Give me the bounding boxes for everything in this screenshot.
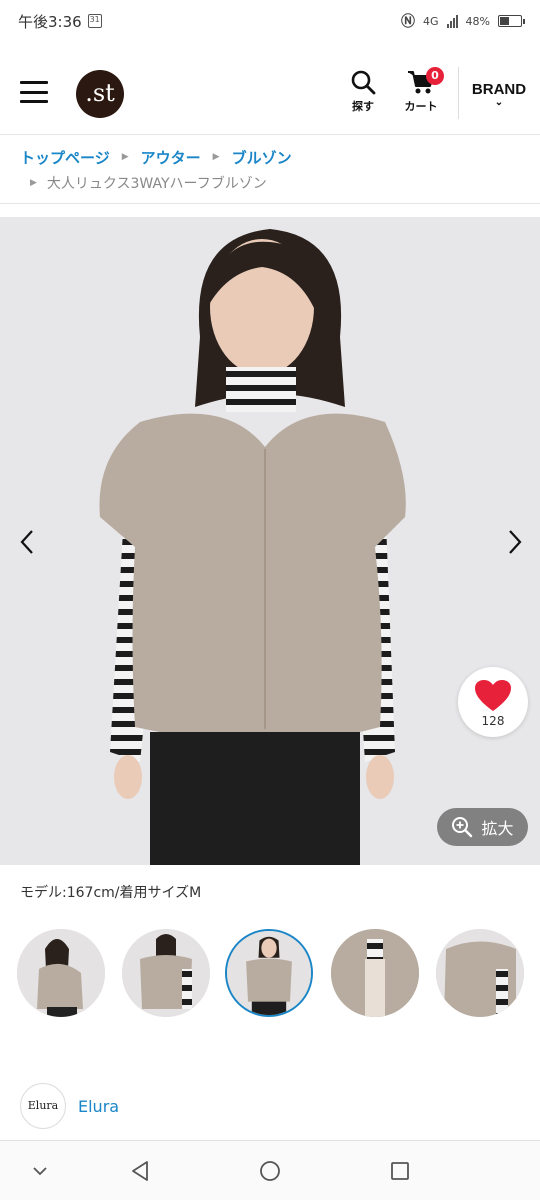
model-info: モデル:167cm/着用サイズM <box>20 885 202 901</box>
header-divider-line <box>0 134 540 135</box>
thumbnail-4[interactable] <box>331 929 419 1017</box>
zoom-in-icon <box>452 817 473 838</box>
product-photo <box>0 217 540 865</box>
breadcrumb: トップページ ▶ アウター ▶ ブルゾン ▶ 大人リュクス3WAYハーフブルゾン <box>20 146 530 196</box>
nav-home-button[interactable] <box>258 1159 282 1183</box>
favorite-count: 128 <box>481 714 505 728</box>
search-icon <box>351 70 376 95</box>
brand-menu-button[interactable]: BRAND ⌄ <box>468 81 530 108</box>
favorite-button[interactable]: 128 <box>458 667 528 737</box>
chevron-left-icon <box>20 530 33 554</box>
breadcrumb-blouson[interactable]: ブルゾン <box>232 147 292 168</box>
cart-button[interactable]: 0 カート <box>394 67 448 114</box>
nav-back-button[interactable] <box>128 1159 152 1183</box>
chevron-right-icon: ▶ <box>212 152 220 162</box>
header-divider <box>458 67 459 119</box>
thumbnail-1[interactable] <box>17 929 105 1017</box>
signal-icon <box>446 14 458 28</box>
thumbnail-2[interactable] <box>122 929 210 1017</box>
brand-menu-label: BRAND <box>471 81 527 98</box>
zoom-button[interactable]: 拡大 <box>437 808 528 846</box>
thumbnail-list <box>17 929 527 1019</box>
back-triangle-icon <box>132 1161 148 1181</box>
brand-logo[interactable]: Elura <box>20 1083 66 1129</box>
zoom-label: 拡大 <box>481 819 514 838</box>
chevron-right-icon <box>509 530 522 554</box>
breadcrumb-divider <box>0 203 540 204</box>
brand-row[interactable]: Elura Elura <box>20 1083 119 1129</box>
search-label: 探す <box>352 100 374 113</box>
network-label: 4G <box>423 14 439 28</box>
cart-label: カート <box>404 100 438 113</box>
status-right: Ⓝ 4G 48% <box>401 11 525 31</box>
brand-link[interactable]: Elura <box>78 1097 119 1116</box>
heart-icon <box>475 680 511 711</box>
status-bar: 午後3:36 31 Ⓝ 4G 48% <box>0 0 540 42</box>
status-left: 午後3:36 31 <box>18 11 102 32</box>
breadcrumb-outer[interactable]: アウター <box>141 147 201 168</box>
chevron-right-icon: ▶ <box>121 152 129 162</box>
system-navigation-bar <box>0 1140 540 1200</box>
thumbnail-5[interactable] <box>436 929 524 1017</box>
chevron-down-icon: ⌄ <box>494 97 504 108</box>
recents-square-icon <box>391 1162 409 1180</box>
battery-fill <box>500 17 509 25</box>
breadcrumb-links: トップページ ▶ アウター ▶ ブルゾン <box>20 146 530 168</box>
calendar-icon: 31 <box>87 14 102 28</box>
breadcrumb-current: 大人リュクス3WAYハーフブルゾン <box>46 176 267 192</box>
cart-count-badge: 0 <box>426 67 444 85</box>
site-header: .st 探す 0 カート BRAND ⌄ <box>0 55 540 135</box>
home-circle-icon <box>260 1161 280 1181</box>
product-image-gallery[interactable]: 128 拡大 <box>0 217 540 865</box>
search-button[interactable]: 探す <box>336 69 390 114</box>
site-logo[interactable]: .st <box>76 70 124 118</box>
status-time: 午後3:36 <box>18 12 82 31</box>
thumbnail-3[interactable] <box>225 929 313 1017</box>
menu-icon[interactable] <box>20 81 48 103</box>
previous-image-button[interactable] <box>12 527 42 557</box>
battery-icon <box>498 15 525 27</box>
chevron-right-icon: ▶ <box>30 178 37 188</box>
nav-recents-button[interactable] <box>388 1159 412 1183</box>
nfc-icon: Ⓝ <box>401 14 416 30</box>
next-image-button[interactable] <box>500 527 530 557</box>
battery-percent: 48% <box>465 14 490 28</box>
breadcrumb-top[interactable]: トップページ <box>20 147 110 168</box>
nav-collapse-button[interactable] <box>28 1159 52 1183</box>
breadcrumb-current-row: ▶ 大人リュクス3WAYハーフブルゾン <box>20 170 530 196</box>
chevron-down-icon <box>33 1167 47 1176</box>
